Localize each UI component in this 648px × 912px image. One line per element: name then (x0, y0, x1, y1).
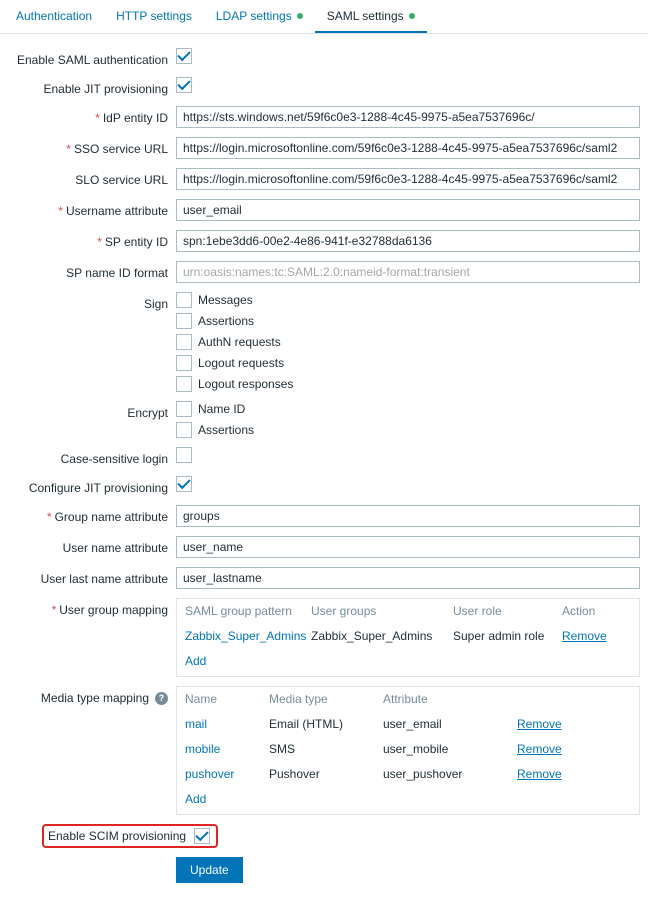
sp-nameid-input[interactable] (176, 261, 640, 283)
enable-scim-checkbox[interactable] (194, 828, 210, 844)
sign-assertions-label: Assertions (198, 314, 254, 328)
tab-ldap-settings[interactable]: LDAP settings (204, 0, 315, 33)
label-mtm: Media type mapping? (0, 686, 176, 706)
sign-logout-req-checkbox[interactable] (176, 355, 192, 371)
slo-url-input[interactable] (176, 168, 640, 190)
label-group-attr: *Group name attribute (0, 505, 176, 525)
tab-ldap-settings-label: LDAP settings (216, 9, 292, 23)
required-marker: * (52, 603, 57, 617)
mtm-header-name: Name (185, 692, 265, 706)
mtm-row-name[interactable]: mail (185, 717, 207, 731)
sign-logout-req-label: Logout requests (198, 356, 284, 370)
label-username-attr: *Username attribute (0, 199, 176, 219)
mtm-row-type: Email (HTML) (269, 717, 379, 731)
label-configure-jit: Configure JIT provisioning (0, 476, 176, 496)
required-marker: * (58, 204, 63, 218)
mtm-row-type: Pushover (269, 767, 379, 781)
tab-saml-settings-label: SAML settings (327, 9, 404, 23)
table-row: pushover Pushover user_pushover Remove (177, 761, 639, 786)
label-sp-entity: *SP entity ID (0, 230, 176, 250)
mtm-row-name[interactable]: pushover (185, 767, 234, 781)
ugm-row-pattern[interactable]: Zabbix_Super_Admins (185, 629, 306, 643)
mtm-add-link[interactable]: Add (185, 792, 206, 806)
mtm-header-type: Media type (269, 692, 379, 706)
sign-authn-checkbox[interactable] (176, 334, 192, 350)
mtm-row-name[interactable]: mobile (185, 742, 220, 756)
sign-authn-label: AuthN requests (198, 335, 281, 349)
ugm-row-role: Super admin role (453, 629, 558, 643)
mtm-remove-link[interactable]: Remove (517, 742, 562, 756)
sign-messages-label: Messages (198, 293, 253, 307)
case-sensitive-checkbox[interactable] (176, 447, 192, 463)
status-dot-icon (297, 13, 303, 19)
ugm-remove-link[interactable]: Remove (562, 629, 607, 643)
user-attr-input[interactable] (176, 536, 640, 558)
encrypt-assertions-label: Assertions (198, 423, 254, 437)
label-sign: Sign (0, 292, 176, 312)
label-sp-nameid: SP name ID format (0, 261, 176, 281)
enable-scim-highlight: Enable SCIM provisioning (42, 824, 218, 848)
tab-http-settings[interactable]: HTTP settings (104, 0, 204, 33)
ugm-header-role: User role (453, 604, 558, 618)
sp-entity-input[interactable] (176, 230, 640, 252)
tab-authentication[interactable]: Authentication (4, 0, 104, 33)
sign-logout-resp-label: Logout responses (198, 377, 293, 391)
table-row: mail Email (HTML) user_email Remove (177, 711, 639, 736)
mtm-header-attr: Attribute (383, 692, 513, 706)
enable-jit-checkbox[interactable] (176, 77, 192, 93)
group-attr-input[interactable] (176, 505, 640, 527)
encrypt-nameid-label: Name ID (198, 402, 245, 416)
enable-saml-checkbox[interactable] (176, 48, 192, 64)
lastname-attr-input[interactable] (176, 567, 640, 589)
mtm-row-attr: user_email (383, 717, 513, 731)
help-icon[interactable]: ? (155, 692, 168, 705)
username-attr-input[interactable] (176, 199, 640, 221)
label-enable-scim: Enable SCIM provisioning (48, 829, 194, 843)
ugm-header-pattern: SAML group pattern (185, 604, 307, 618)
required-marker: * (66, 142, 71, 156)
required-marker: * (47, 510, 52, 524)
mtm-row-attr: user_pushover (383, 767, 513, 781)
label-enable-jit: Enable JIT provisioning (0, 77, 176, 97)
mtm-row-type: SMS (269, 742, 379, 756)
encrypt-nameid-checkbox[interactable] (176, 401, 192, 417)
sign-assertions-checkbox[interactable] (176, 313, 192, 329)
mtm-remove-link[interactable]: Remove (517, 767, 562, 781)
user-group-mapping-table: SAML group pattern User groups User role… (176, 598, 640, 677)
label-encrypt: Encrypt (0, 401, 176, 421)
update-button[interactable]: Update (176, 857, 243, 883)
tabs: Authentication HTTP settings LDAP settin… (0, 0, 648, 34)
sign-logout-resp-checkbox[interactable] (176, 376, 192, 392)
sign-messages-checkbox[interactable] (176, 292, 192, 308)
status-dot-icon (409, 13, 415, 19)
label-case-sensitive: Case-sensitive login (0, 447, 176, 467)
ugm-header-groups: User groups (311, 604, 449, 618)
tab-authentication-label: Authentication (16, 9, 92, 23)
mtm-remove-link[interactable]: Remove (517, 717, 562, 731)
encrypt-assertions-checkbox[interactable] (176, 422, 192, 438)
label-sso-url: *SSO service URL (0, 137, 176, 157)
label-enable-saml: Enable SAML authentication (0, 48, 176, 68)
label-user-attr: User name attribute (0, 536, 176, 556)
idp-entity-input[interactable] (176, 106, 640, 128)
label-idp-entity: *IdP entity ID (0, 106, 176, 126)
mtm-row-attr: user_mobile (383, 742, 513, 756)
required-marker: * (97, 235, 102, 249)
ugm-row-groups: Zabbix_Super_Admins (311, 629, 449, 643)
table-row: mobile SMS user_mobile Remove (177, 736, 639, 761)
media-type-mapping-table: Name Media type Attribute mail Email (HT… (176, 686, 640, 815)
sso-url-input[interactable] (176, 137, 640, 159)
tab-http-settings-label: HTTP settings (116, 9, 192, 23)
configure-jit-checkbox[interactable] (176, 476, 192, 492)
label-ugm: *User group mapping (0, 598, 176, 618)
ugm-add-link[interactable]: Add (185, 654, 206, 668)
table-row: Zabbix_Super_Admins Zabbix_Super_Admins … (177, 623, 639, 648)
tab-saml-settings[interactable]: SAML settings (315, 0, 427, 33)
label-lastname-attr: User last name attribute (0, 567, 176, 587)
required-marker: * (95, 111, 100, 125)
label-slo-url: SLO service URL (0, 168, 176, 188)
ugm-header-action: Action (562, 604, 631, 618)
